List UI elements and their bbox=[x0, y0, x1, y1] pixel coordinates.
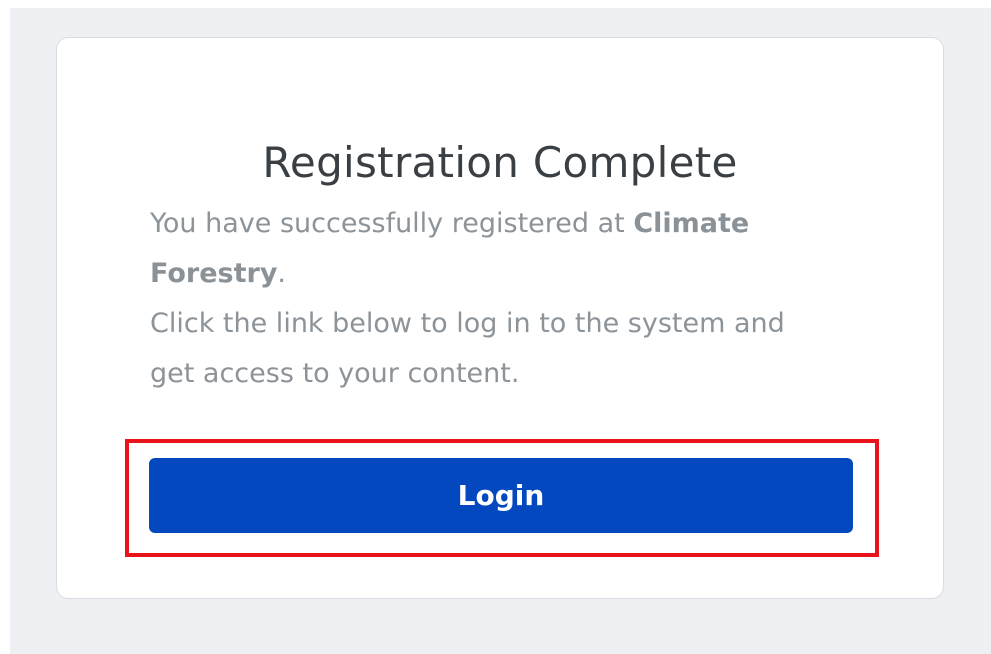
confirmation-message: You have successfully registered at Clim… bbox=[150, 199, 830, 399]
success-text-prefix: You have successfully registered at bbox=[150, 208, 634, 239]
success-text: You have successfully registered at Clim… bbox=[150, 199, 830, 299]
page-title: Registration Complete bbox=[262, 138, 738, 187]
login-button[interactable]: Login bbox=[149, 458, 853, 533]
instruction-text: Click the link below to log in to the sy… bbox=[150, 308, 785, 389]
success-text-suffix: . bbox=[277, 258, 287, 289]
